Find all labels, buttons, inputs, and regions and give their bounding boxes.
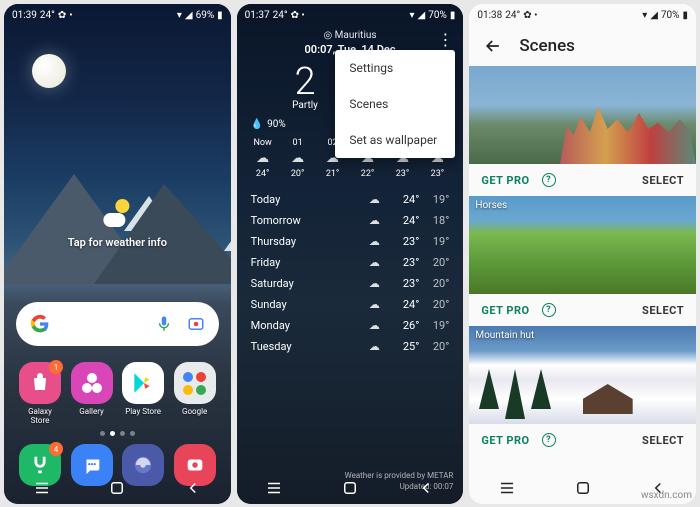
scene-card[interactable]: Mountain hut GET PRO ? SELECT	[469, 326, 696, 456]
page-title: Scenes	[519, 36, 575, 56]
nav-bar	[4, 472, 231, 504]
home-screen: 01:39 24° ✿ • ▾ ◢ 69% ▮ Tap for weather …	[4, 4, 231, 504]
status-time: 01:37	[245, 10, 270, 21]
get-pro-button[interactable]: GET PRO	[481, 304, 529, 317]
wifi-icon: ▾	[642, 10, 647, 21]
app-Google[interactable]: Google	[173, 362, 217, 425]
back-button[interactable]	[417, 479, 435, 497]
scenes-screen: 01:38 24° ✿ • ▾ ◢ 70% ▮ Scenes GET PRO ?…	[469, 4, 696, 504]
daily-forecast[interactable]: Today☁24°19°Tomorrow☁24°18°Thursday☁23°1…	[237, 183, 464, 357]
scene-card[interactable]: Horses GET PRO ? SELECT	[469, 196, 696, 326]
signal-icon: ◢	[418, 10, 426, 21]
home-button[interactable]	[108, 479, 126, 497]
app-Galaxy Store[interactable]: 1Galaxy Store	[18, 362, 62, 425]
day-row: Tuesday☁25°20°	[251, 336, 450, 357]
battery-icon: ▮	[450, 10, 456, 21]
battery-pct: 69%	[196, 10, 215, 21]
day-row: Tomorrow☁24°18°	[251, 210, 450, 231]
day-row: Sunday☁24°20°	[251, 294, 450, 315]
status-temp: 24°	[273, 10, 288, 21]
overflow-menu-button[interactable]: ⋮	[437, 30, 453, 49]
app-Play Store[interactable]: Play Store	[121, 362, 165, 425]
day-row: Saturday☁23°20°	[251, 273, 450, 294]
page-indicator[interactable]	[18, 431, 217, 436]
recents-button[interactable]	[33, 479, 51, 497]
menu-settings[interactable]: Settings	[335, 50, 455, 86]
location-label: ◎ Mauritius	[237, 30, 464, 41]
home-button[interactable]	[341, 479, 359, 497]
day-row: Friday☁23°20°	[251, 252, 450, 273]
back-arrow-icon[interactable]	[483, 36, 503, 56]
scene-tag: Horses	[475, 200, 507, 211]
select-button[interactable]: SELECT	[642, 174, 684, 187]
watermark: wsxdn.com	[641, 490, 692, 501]
help-icon[interactable]: ?	[542, 173, 556, 187]
status-time: 01:39	[12, 10, 37, 21]
day-row: Today☁24°19°	[251, 189, 450, 210]
moon	[32, 54, 66, 88]
battery-pct: 70%	[661, 10, 680, 21]
signal-icon: ◢	[185, 10, 193, 21]
droplet-icon: 💧	[251, 119, 263, 130]
battery-icon: ▮	[217, 10, 223, 21]
google-search-bar[interactable]	[16, 302, 219, 346]
weather-app: 01:37 24° ✿ • ▾ ◢ 70% ▮ ⋮ Settings Scene…	[237, 4, 464, 504]
app-Gallery[interactable]: Gallery	[70, 362, 114, 425]
scene-image: Mountain hut	[469, 326, 696, 424]
scene-list[interactable]: GET PRO ? SELECT Horses GET PRO ? SELECT…	[469, 66, 696, 456]
day-row: Thursday☁23°19°	[251, 231, 450, 252]
day-row: Monday☁26°19°	[251, 315, 450, 336]
back-button[interactable]	[184, 479, 202, 497]
status-bar: 01:37 24° ✿ • ▾ ◢ 70% ▮	[237, 4, 464, 26]
app-row-1: 1Galaxy StoreGalleryPlay StoreGoogle	[18, 362, 217, 425]
select-button[interactable]: SELECT	[642, 434, 684, 447]
help-icon[interactable]: ?	[542, 433, 556, 447]
scene-tag: Mountain hut	[475, 330, 534, 341]
scenes-content: 01:38 24° ✿ • ▾ ◢ 70% ▮ Scenes GET PRO ?…	[469, 4, 696, 504]
weather-widget[interactable]: Tap for weather info	[68, 199, 167, 250]
signal-icon: ◢	[650, 10, 658, 21]
menu-scenes[interactable]: Scenes	[335, 86, 455, 122]
mic-icon[interactable]	[155, 315, 173, 333]
status-bar: 01:39 24° ✿ • ▾ ◢ 69% ▮	[4, 4, 231, 26]
scene-card[interactable]: GET PRO ? SELECT	[469, 66, 696, 196]
lens-icon[interactable]	[187, 315, 205, 333]
help-icon[interactable]: ?	[542, 303, 556, 317]
battery-pct: 70%	[428, 10, 447, 21]
battery-icon: ▮	[683, 10, 689, 21]
status-temp: 24°	[505, 10, 520, 21]
get-pro-button[interactable]: GET PRO	[481, 174, 529, 187]
home-button[interactable]	[574, 479, 592, 497]
select-button[interactable]: SELECT	[642, 304, 684, 317]
widget-label: Tap for weather info	[68, 236, 167, 249]
recents-button[interactable]	[265, 479, 283, 497]
nav-bar	[237, 472, 464, 504]
scene-image	[469, 66, 696, 164]
status-bar: 01:38 24° ✿ • ▾ ◢ 70% ▮	[469, 4, 696, 26]
settings-icon: ✿	[58, 10, 66, 21]
status-time: 01:38	[477, 10, 502, 21]
scene-image: Horses	[469, 196, 696, 294]
overflow-menu: Settings Scenes Set as wallpaper	[335, 50, 455, 158]
scenes-header: Scenes	[469, 26, 696, 66]
menu-set-wallpaper[interactable]: Set as wallpaper	[335, 122, 455, 158]
google-logo-icon	[30, 314, 50, 334]
hour-item: 01☁20°	[282, 138, 314, 179]
weather-icon	[103, 199, 131, 227]
hour-item: Now☁24°	[247, 138, 279, 179]
status-temp: 24°	[40, 10, 55, 21]
get-pro-button[interactable]: GET PRO	[481, 434, 529, 447]
recents-button[interactable]	[498, 479, 516, 497]
wifi-icon: ▾	[410, 10, 415, 21]
wifi-icon: ▾	[177, 10, 182, 21]
